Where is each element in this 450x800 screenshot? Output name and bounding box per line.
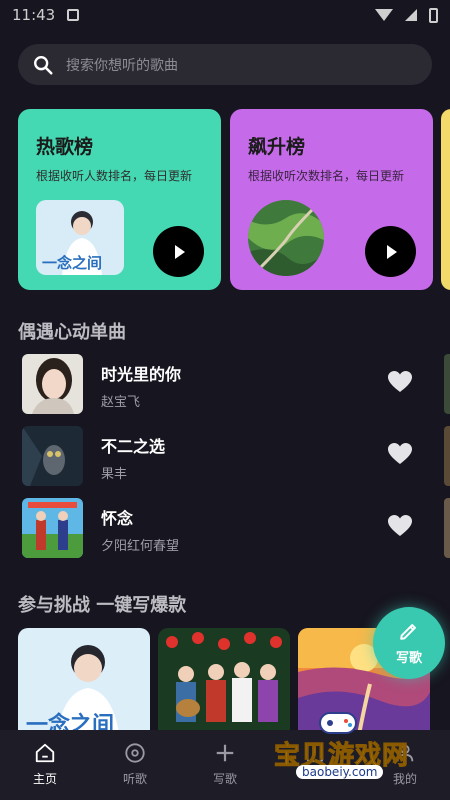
tab-listen[interactable]: 听歌 — [90, 730, 180, 800]
signal-icon — [405, 9, 417, 21]
hot-chart-play-button[interactable] — [153, 226, 204, 277]
status-bar: 11:43 — [0, 0, 450, 30]
search-bar[interactable]: 搜索你想听的歌曲 — [18, 44, 432, 85]
hot-chart-card[interactable]: 热歌榜 根据收听人数排名，每日更新 一念之间 — [18, 109, 221, 290]
song-row[interactable]: 怀念 夕阳红何春望 — [0, 498, 450, 560]
next-song-card-peek — [444, 498, 450, 558]
song-title: 怀念 — [101, 509, 134, 528]
disc-icon — [125, 743, 145, 763]
gamepad-icon — [319, 712, 357, 734]
tab-home[interactable]: 主页 — [0, 730, 90, 800]
tab-write-label: 写歌 — [212, 772, 237, 786]
search-placeholder: 搜索你想听的歌曲 — [66, 57, 178, 74]
song-cover — [22, 354, 83, 414]
hot-chart-subtitle: 根据收听人数排名，每日更新 — [36, 169, 193, 183]
heart-icon[interactable] — [387, 442, 413, 466]
song-artist: 果丰 — [101, 467, 128, 482]
pencil-icon — [400, 624, 416, 640]
singles-section-title: 偶遇心动单曲 — [18, 322, 126, 343]
site-watermark: 宝贝游戏网 baobeiy.com — [273, 705, 424, 785]
song-row[interactable]: 不二之选 果丰 — [0, 426, 450, 488]
heart-icon[interactable] — [387, 514, 413, 538]
song-title: 不二之选 — [101, 437, 166, 456]
song-cover — [22, 498, 83, 558]
play-icon — [387, 244, 397, 259]
song-title: 时光里的你 — [101, 365, 182, 384]
challenge-card[interactable] — [158, 628, 290, 740]
rising-chart-title: 飙升榜 — [248, 136, 306, 158]
challenge-section-title: 参与挑战 一键写爆款 — [18, 595, 187, 616]
write-song-fab-label: 写歌 — [395, 651, 422, 666]
next-chart-card-peek[interactable] — [441, 109, 450, 290]
song-row[interactable]: 时光里的你 赵宝飞 — [0, 354, 450, 416]
write-song-fab[interactable]: 写歌 — [373, 607, 445, 679]
rising-chart-play-button[interactable] — [365, 226, 416, 277]
home-icon — [35, 743, 55, 763]
battery-icon — [429, 7, 438, 23]
challenge-card[interactable]: 一念之间 — [18, 628, 150, 740]
tab-home-label: 主页 — [32, 772, 57, 786]
song-artist: 赵宝飞 — [101, 395, 141, 410]
rising-chart-cover — [248, 200, 324, 276]
next-song-card-peek — [444, 354, 450, 414]
plus-icon — [216, 744, 234, 762]
watermark-url: baobeiy.com — [296, 765, 384, 779]
heart-icon[interactable] — [387, 370, 413, 394]
notification-icon — [67, 9, 80, 21]
tab-write[interactable]: 写歌 — [180, 730, 270, 800]
tab-listen-label: 听歌 — [122, 772, 147, 786]
next-song-card-peek — [444, 426, 450, 486]
wifi-icon — [375, 9, 393, 21]
song-cover — [22, 426, 83, 486]
hot-chart-title: 热歌榜 — [36, 136, 94, 158]
rising-chart-card[interactable]: 飙升榜 根据收听次数排名，每日更新 — [230, 109, 433, 290]
hot-chart-cover: 一念之间 — [36, 200, 124, 275]
rising-chart-subtitle: 根据收听次数排名，每日更新 — [248, 169, 405, 183]
status-time: 11:43 — [12, 6, 56, 24]
hot-chart-cover-text: 一念之间 — [42, 254, 102, 272]
search-icon — [34, 55, 53, 75]
song-artist: 夕阳红何春望 — [101, 539, 180, 554]
play-icon — [175, 244, 185, 259]
